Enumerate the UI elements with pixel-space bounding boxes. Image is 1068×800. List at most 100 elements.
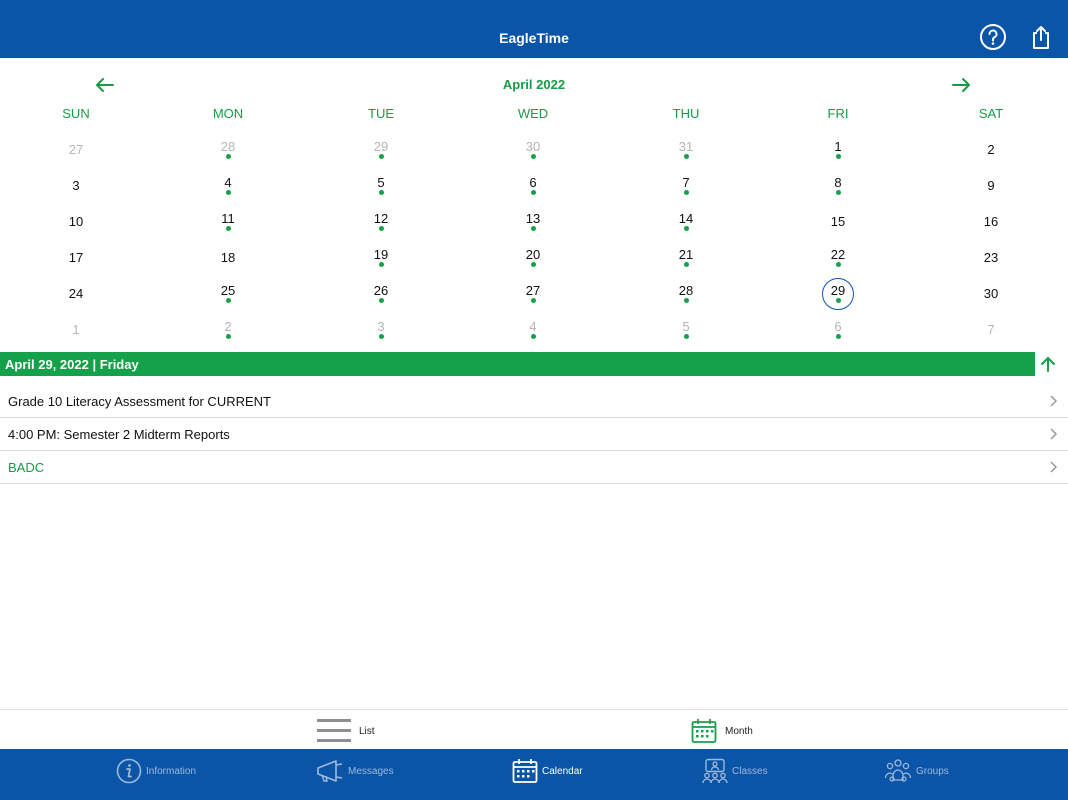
event-indicator-dot — [530, 226, 536, 231]
event-row[interactable]: BADC — [0, 451, 1068, 484]
event-indicator-dot — [225, 298, 231, 303]
weekday-label: SUN — [62, 106, 90, 121]
calendar-day[interactable]: 20 — [457, 239, 609, 275]
event-row[interactable]: Grade 10 Literacy Assessment for CURRENT — [0, 385, 1068, 418]
event-title: Grade 10 Literacy Assessment for CURRENT — [8, 394, 271, 409]
calendar-day[interactable]: 2 — [915, 131, 1067, 167]
day-number: 29 — [830, 283, 846, 298]
help-button[interactable] — [978, 22, 1008, 52]
day-number: 8 — [834, 175, 842, 190]
calendar-day-selected[interactable]: 29 — [762, 275, 914, 311]
calendar-day[interactable]: 31 — [610, 131, 762, 167]
calendar-day[interactable]: 3 — [305, 311, 457, 347]
calendar-day[interactable]: 4 — [152, 167, 304, 203]
calendar-day[interactable]: 7 — [915, 311, 1067, 347]
day-number: 31 — [678, 139, 694, 154]
calendar-day[interactable]: 9 — [915, 167, 1067, 203]
day-number: 4 — [529, 319, 537, 334]
calendar-day[interactable]: 6 — [457, 167, 609, 203]
month-view-button[interactable]: Month — [691, 716, 753, 746]
calendar-day[interactable]: 11 — [152, 203, 304, 239]
event-indicator-dot — [683, 190, 689, 195]
tab-classes[interactable]: Classes — [702, 756, 768, 786]
calendar-day[interactable]: 17 — [0, 239, 152, 275]
event-row[interactable]: 4:00 PM: Semester 2 Midterm Reports — [0, 418, 1068, 451]
megaphone-icon — [317, 760, 343, 782]
event-indicator-dot — [530, 190, 536, 195]
share-icon — [1033, 26, 1049, 49]
calendar-grid: 27 28 29 30 31 1 2 3 4 5 6 7 8 9 10 11 12 13 14 15 16 17 18 19 2… — [0, 131, 1068, 347]
event-title: 4:00 PM: Semester 2 Midterm Reports — [8, 427, 230, 442]
calendar-day[interactable]: 15 — [762, 203, 914, 239]
event-indicator-dot — [378, 190, 384, 195]
next-month-button[interactable] — [949, 74, 973, 96]
calendar-day[interactable]: 26 — [305, 275, 457, 311]
calendar-day[interactable]: 18 — [152, 239, 304, 275]
tab-label: Calendar — [542, 765, 583, 777]
calendar-day[interactable]: 8 — [762, 167, 914, 203]
calendar-day[interactable]: 28 — [610, 275, 762, 311]
day-number: 3 — [377, 319, 385, 334]
calendar-day[interactable]: 30 — [915, 275, 1067, 311]
calendar-day[interactable]: 5 — [610, 311, 762, 347]
calendar-day[interactable]: 5 — [305, 167, 457, 203]
event-indicator-dot — [683, 334, 689, 339]
event-indicator-dot — [835, 154, 841, 159]
calendar-day[interactable]: 21 — [610, 239, 762, 275]
calendar-day[interactable]: 27 — [457, 275, 609, 311]
day-number: 6 — [529, 175, 537, 190]
calendar-day[interactable]: 12 — [305, 203, 457, 239]
calendar-day[interactable]: 24 — [0, 275, 152, 311]
weekday-label: THU — [672, 106, 700, 121]
weekday-label: SAT — [978, 106, 1004, 121]
calendar-day[interactable]: 10 — [0, 203, 152, 239]
day-number: 10 — [68, 214, 84, 229]
calendar-day[interactable]: 7 — [610, 167, 762, 203]
tab-groups[interactable]: Groups — [884, 756, 949, 786]
event-indicator-dot — [225, 226, 231, 231]
classes-icon — [702, 758, 728, 784]
weekday-label: TUE — [368, 106, 394, 121]
calendar-day[interactable]: 14 — [610, 203, 762, 239]
list-view-button[interactable]: List — [317, 716, 375, 746]
calendar-day[interactable]: 25 — [152, 275, 304, 311]
share-button[interactable] — [1026, 22, 1056, 52]
event-indicator-dot — [378, 226, 384, 231]
calendar-day[interactable]: 3 — [0, 167, 152, 203]
day-number: 3 — [72, 178, 80, 193]
tab-label: Groups — [916, 765, 949, 777]
app-header: EagleTime — [0, 0, 1068, 58]
event-indicator-dot — [683, 226, 689, 231]
calendar-day[interactable]: 1 — [0, 311, 152, 347]
calendar-day[interactable]: 29 — [305, 131, 457, 167]
calendar-day[interactable]: 23 — [915, 239, 1067, 275]
event-indicator-dot — [530, 334, 536, 339]
event-indicator-dot — [683, 154, 689, 159]
calendar-day[interactable]: 28 — [152, 131, 304, 167]
event-indicator-dot — [225, 190, 231, 195]
collapse-calendar-button[interactable] — [1038, 354, 1058, 374]
event-indicator-dot — [530, 262, 536, 267]
tab-information[interactable]: Information — [116, 756, 196, 786]
calendar-day[interactable]: 1 — [762, 131, 914, 167]
tab-calendar[interactable]: Calendar — [512, 756, 583, 786]
calendar-day[interactable]: 22 — [762, 239, 914, 275]
day-number: 6 — [834, 319, 842, 334]
day-number: 1 — [72, 322, 80, 337]
day-number: 15 — [830, 214, 846, 229]
calendar-day[interactable]: 30 — [457, 131, 609, 167]
calendar-day[interactable]: 4 — [457, 311, 609, 347]
weekday-label: MON — [212, 106, 244, 121]
event-indicator-dot — [683, 262, 689, 267]
event-indicator-dot — [835, 334, 841, 339]
calendar-day[interactable]: 16 — [915, 203, 1067, 239]
calendar-day[interactable]: 13 — [457, 203, 609, 239]
calendar-day[interactable]: 27 — [0, 131, 152, 167]
tab-messages[interactable]: Messages — [316, 756, 394, 786]
calendar-day[interactable]: 19 — [305, 239, 457, 275]
calendar-day[interactable]: 2 — [152, 311, 304, 347]
event-indicator-dot — [378, 334, 384, 339]
calendar-day[interactable]: 6 — [762, 311, 914, 347]
chevron-right-icon — [1050, 461, 1058, 473]
event-indicator-dot — [225, 154, 231, 159]
